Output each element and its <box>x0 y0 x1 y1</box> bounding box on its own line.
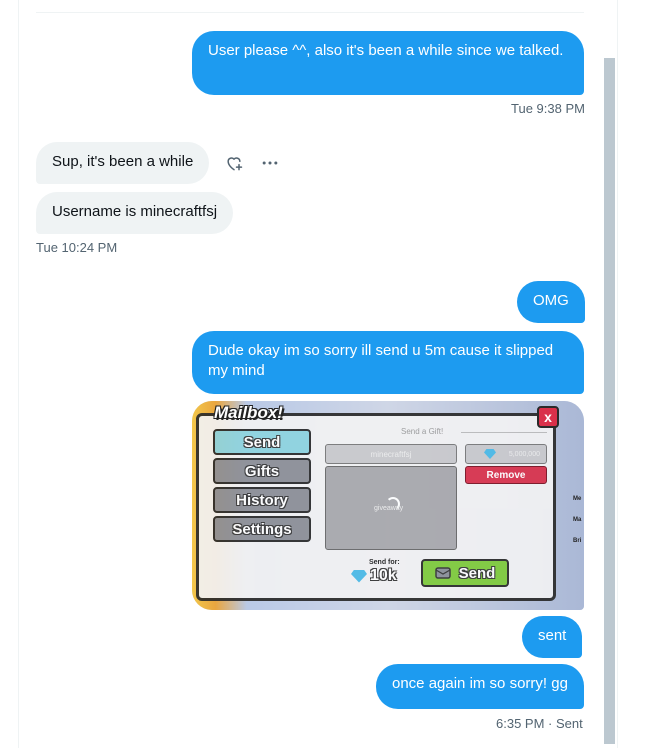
message-bubble-outgoing[interactable]: User please ^^, also it's been a while s… <box>192 31 584 95</box>
message-text: sent <box>538 627 567 644</box>
message-status: 6:35 PM · Sent <box>496 716 583 731</box>
message-timestamp: Tue 9:38 PM <box>511 101 585 116</box>
message-text: User please ^^, also it's been a while s… <box>208 42 564 59</box>
price-display: 10k <box>351 567 397 585</box>
divider <box>461 432 547 433</box>
message-bubble-outgoing[interactable]: Dude okay im so sorry ill send u 5m caus… <box>192 331 584 394</box>
side-label: Ma <box>573 517 582 523</box>
add-reaction-button[interactable] <box>224 153 244 173</box>
heart-plus-icon <box>227 157 243 171</box>
send-for-label: Send for: <box>369 559 400 566</box>
scrollbar-thumb[interactable] <box>604 58 615 744</box>
close-icon: x <box>537 406 559 428</box>
more-options-button[interactable] <box>260 153 280 173</box>
message-text: once again im so sorry! gg <box>392 675 568 692</box>
more-horizontal-icon <box>262 161 278 165</box>
side-label: Bri <box>573 538 582 544</box>
gift-item-label: giveaway <box>374 505 404 512</box>
message-timestamp: Tue 10:24 PM <box>36 240 118 255</box>
scrollbar[interactable] <box>602 0 616 748</box>
message-bubble-incoming[interactable]: Sup, it's been a while <box>36 142 210 184</box>
message-bubble-outgoing[interactable]: once again im so sorry! gg <box>376 664 584 709</box>
message-bubble-outgoing[interactable]: sent <box>522 616 583 658</box>
gift-send-button: Send <box>421 559 509 587</box>
gift-username-field: minecraftfsj <box>325 444 457 464</box>
tab-gifts: Gifts <box>213 458 311 484</box>
separator: · <box>548 716 553 731</box>
tab-history: History <box>213 487 311 513</box>
side-label: Me <box>573 496 582 502</box>
message-bubble-outgoing[interactable]: OMG <box>517 281 585 323</box>
delivery-status: Sent <box>556 716 583 731</box>
gift-send-label: Send <box>458 564 496 582</box>
message-text: Username is minecraftfsj <box>52 203 218 220</box>
tab-settings: Settings <box>213 516 311 542</box>
mailbox-title: Mailbox! <box>214 403 283 422</box>
message-text: OMG <box>533 292 569 309</box>
gem-icon <box>351 569 367 583</box>
tab-send: Send <box>213 429 311 455</box>
message-image-attachment[interactable]: Send Gifts History Settings Send a Gift!… <box>192 401 584 610</box>
mail-icon <box>434 567 451 579</box>
message-bubble-incoming[interactable]: Username is minecraftfsj <box>36 192 234 234</box>
message-timestamp: 6:35 PM <box>496 716 545 731</box>
gift-item-slot: giveaway <box>325 466 457 550</box>
divider <box>36 12 584 13</box>
mailbox-window: Send Gifts History Settings Send a Gift!… <box>196 413 556 601</box>
remove-button: Remove <box>465 466 547 484</box>
send-gift-heading: Send a Gift! <box>401 427 444 436</box>
message-text: Sup, it's been a while <box>52 153 194 170</box>
message-text: Dude okay im so sorry ill send u 5m caus… <box>208 342 554 379</box>
price-value: 10k <box>370 567 397 584</box>
gift-amount-value: 5,000,000 <box>508 450 540 458</box>
gift-amount-field: 5,000,000 <box>465 444 547 464</box>
gem-icon <box>484 449 496 459</box>
